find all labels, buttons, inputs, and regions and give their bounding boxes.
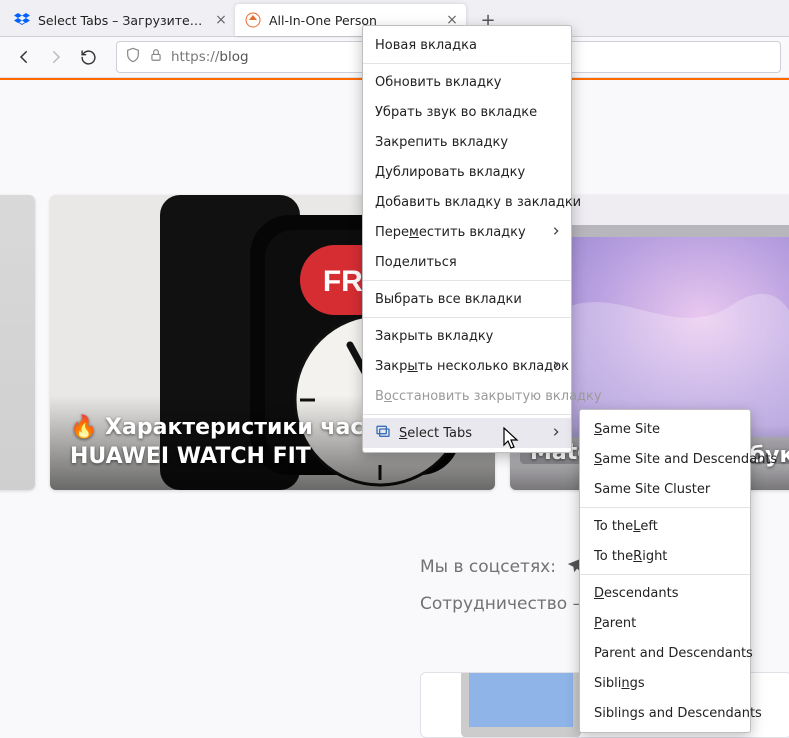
sub-descendants[interactable]: Descendants <box>580 578 750 608</box>
ctx-undo-close: Восстановить закрытую вкладку <box>363 381 571 411</box>
ctx-select-all-tabs[interactable]: Выбрать все вкладки <box>363 284 571 314</box>
site-icon <box>245 12 261 28</box>
sub-parent[interactable]: Parent <box>580 608 750 638</box>
reload-button[interactable] <box>72 41 104 73</box>
card-peek-left[interactable] <box>0 195 35 490</box>
ctx-mute-tab[interactable]: Убрать звук во вкладке <box>363 97 571 127</box>
ctx-pin-tab[interactable]: Закрепить вкладку <box>363 127 571 157</box>
lock-icon[interactable] <box>149 48 163 66</box>
tab-select-tabs-ext[interactable]: Select Tabs – Загрузите это расширение × <box>4 4 235 36</box>
ctx-select-tabs-ext[interactable]: Select Tabs <box>363 418 571 448</box>
social-label: Мы в соцсетях: <box>420 557 556 577</box>
shield-icon[interactable] <box>125 47 141 67</box>
separator <box>363 63 571 64</box>
sub-to-the-left[interactable]: To the Left <box>580 511 750 541</box>
sub-siblings-and-desc[interactable]: Siblings and Descendants <box>580 698 750 728</box>
sub-to-the-right[interactable]: To the Right <box>580 541 750 571</box>
ctx-duplicate-tab[interactable]: Дублировать вкладку <box>363 157 571 187</box>
separator <box>580 507 750 508</box>
chevron-right-icon <box>551 359 561 374</box>
sub-siblings[interactable]: Siblings <box>580 668 750 698</box>
chevron-right-icon <box>551 225 561 240</box>
ctx-new-tab[interactable]: Новая вкладка <box>363 30 571 60</box>
separator <box>580 574 750 575</box>
chevron-right-icon <box>551 426 561 441</box>
tab-context-menu: Новая вкладка Обновить вкладку Убрать зв… <box>362 25 572 453</box>
ctx-bookmark-tab[interactable]: Добавить вкладку в закладки <box>363 187 571 217</box>
select-tabs-submenu: Same Site Same Site and Descendants Same… <box>579 409 751 733</box>
collab-label: Сотрудничество — <box>420 594 590 614</box>
separator <box>363 280 571 281</box>
dropbox-icon <box>14 12 30 28</box>
ctx-close-tab[interactable]: Закрыть вкладку <box>363 321 571 351</box>
ctx-move-tab[interactable]: Переместить вкладку <box>363 217 571 247</box>
tab-label: Select Tabs – Загрузите это расширение <box>38 13 205 28</box>
url-text: https://blog <box>171 49 249 65</box>
sub-same-site-cluster[interactable]: Same Site Cluster <box>580 474 750 504</box>
separator <box>363 414 571 415</box>
close-icon[interactable]: × <box>213 12 229 28</box>
ctx-reload-tab[interactable]: Обновить вкладку <box>363 67 571 97</box>
forward-button[interactable] <box>40 41 72 73</box>
separator <box>363 317 571 318</box>
ctx-share[interactable]: Поделиться <box>363 247 571 277</box>
sub-parent-and-desc[interactable]: Parent and Descendants <box>580 638 750 668</box>
ctx-close-multiple[interactable]: Закрыть несколько вкладок <box>363 351 571 381</box>
extension-icon <box>375 423 391 443</box>
sub-same-site-desc[interactable]: Same Site and Descendants <box>580 444 750 474</box>
back-button[interactable] <box>8 41 40 73</box>
sub-same-site[interactable]: Same Site <box>580 414 750 444</box>
